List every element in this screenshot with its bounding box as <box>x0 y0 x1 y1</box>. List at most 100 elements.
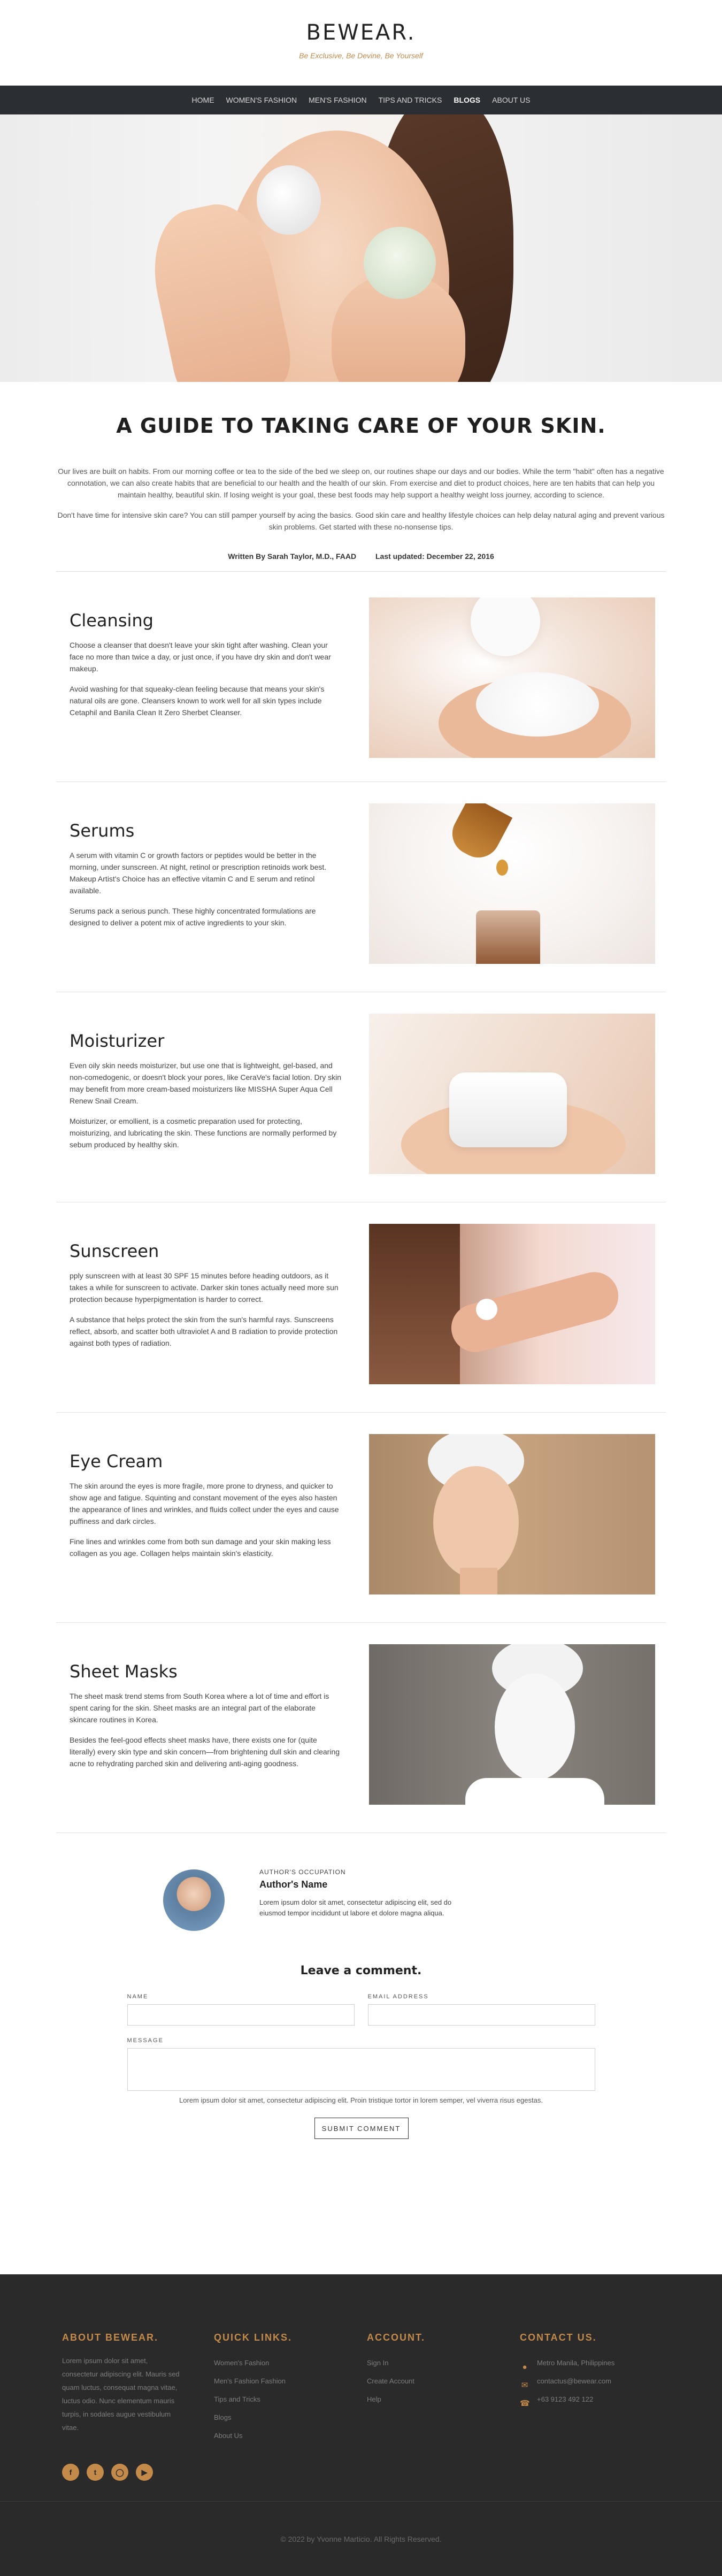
section-title: Cleansing <box>70 610 153 631</box>
email-input[interactable] <box>367 2004 595 2026</box>
nav-item-mens-fashion[interactable]: MEN'S FASHION <box>309 96 366 104</box>
section-eye-cream: Eye Cream The skin around the eyes is mo… <box>56 1413 666 1623</box>
eye-cream-image <box>369 1434 655 1594</box>
footer-link-womens-fashion[interactable]: Women's Fashion <box>214 2359 269 2367</box>
section-title: Sheet Masks <box>70 1661 178 1682</box>
image-cream-jar <box>449 1072 567 1147</box>
section-paragraph: Choose a cleanser that doesn't leave you… <box>70 641 331 673</box>
site-header: BEWEAR. Be Exclusive, Be Devine, Be Your… <box>0 0 722 86</box>
submit-comment-button[interactable]: SUBMIT COMMENT <box>314 2118 409 2139</box>
main-nav: HOME WOMEN'S FASHION MEN'S FASHION TIPS … <box>0 86 722 114</box>
image-serum-bottle <box>476 910 540 964</box>
name-label: NAME <box>127 1994 149 2000</box>
section-title: Eye Cream <box>70 1451 163 1471</box>
section-sheet-masks: Sheet Masks The sheet mask trend stems f… <box>56 1623 666 1833</box>
social-links: f t ◯ ▶ <box>62 2464 153 2481</box>
facebook-icon[interactable]: f <box>62 2464 79 2481</box>
section-paragraph: Fine lines and wrinkles come from both s… <box>70 1537 331 1558</box>
location-pin-icon: ● <box>522 2363 527 2372</box>
section-paragraph: Avoid washing for that squeaky-clean fee… <box>70 685 325 717</box>
image-sunscreen-dab <box>476 1299 497 1320</box>
section-paragraph: pply sunscreen with at least 30 SPF 15 m… <box>70 1271 339 1304</box>
copyright: © 2022 by Yvonne Marticio. All Rights Re… <box>280 2535 442 2543</box>
image-arm <box>446 1267 624 1358</box>
avatar <box>163 1869 225 1931</box>
site-footer: ABOUT BEWEAR. Lorem ipsum dolor sit amet… <box>0 2274 722 2576</box>
hero-cotton-pad-left <box>257 165 321 235</box>
serums-image <box>369 803 655 964</box>
section-title: Serums <box>70 821 135 841</box>
youtube-icon[interactable]: ▶ <box>136 2464 153 2481</box>
updated-line: Last updated: December 22, 2016 <box>375 552 494 561</box>
footer-link-tips-and-tricks[interactable]: Tips and Tricks <box>214 2395 260 2403</box>
nav-item-blogs[interactable]: BLOGS <box>454 96 480 104</box>
footer-heading: CONTACT US. <box>520 2332 597 2343</box>
footer-link-blogs[interactable]: Blogs <box>214 2413 232 2421</box>
author-line: Written By Sarah Taylor, M.D., FAAD <box>228 552 357 561</box>
image-serum-drop <box>496 860 508 876</box>
author-name[interactable]: Author's Name <box>259 1879 327 1890</box>
envelope-icon: ✉ <box>521 2381 528 2390</box>
contact-email[interactable]: contactus@bewear.com <box>537 2372 611 2390</box>
section-paragraph: Serums pack a serious punch. These highl… <box>70 907 316 927</box>
section-paragraph: Besides the feel-good effects sheet mask… <box>70 1736 340 1768</box>
twitter-icon[interactable]: t <box>87 2464 104 2481</box>
phone-icon: ☎ <box>520 2399 530 2408</box>
image-hair <box>369 1224 460 1384</box>
section-paragraph: A serum with vitamin C or growth factors… <box>70 851 327 895</box>
name-input[interactable] <box>127 2004 355 2026</box>
nav-item-about-us[interactable]: ABOUT US <box>492 96 530 104</box>
article-byline: Written By Sarah Taylor, M.D., FAAD Last… <box>0 552 722 561</box>
intro-paragraph: Our lives are built on habits. From our … <box>58 467 664 499</box>
footer-heading: QUICK LINKS. <box>214 2332 293 2343</box>
section-paragraph: The skin around the eyes is more fragile… <box>70 1482 339 1525</box>
footer-divider <box>0 2501 722 2502</box>
image-face <box>433 1466 519 1578</box>
image-shirt <box>465 1778 604 1805</box>
section-serums: Serums A serum with vitamin C or growth … <box>56 782 666 992</box>
section-paragraph: A substance that helps protect the skin … <box>70 1315 338 1347</box>
brand-logo[interactable]: BEWEAR. <box>0 20 722 45</box>
moisturizer-image <box>369 1014 655 1174</box>
section-title: Sunscreen <box>70 1241 159 1261</box>
section-moisturizer: Moisturizer Even oily skin needs moistur… <box>56 992 666 1202</box>
section-paragraph: Moisturizer, or emollient, is a cosmetic… <box>70 1117 337 1149</box>
hero-cotton-pad-right <box>364 227 436 299</box>
image-neck <box>460 1568 497 1594</box>
nav-item-womens-fashion[interactable]: WOMEN'S FASHION <box>226 96 297 104</box>
nav-item-home[interactable]: HOME <box>192 96 214 104</box>
footer-link-mens-fashion[interactable]: Men's Fashion Fashion <box>214 2377 286 2385</box>
hero-image <box>0 114 722 382</box>
section-sunscreen: Sunscreen pply sunscreen with at least 3… <box>56 1202 666 1413</box>
image-sheet-mask <box>495 1674 575 1781</box>
tagline: Be Exclusive, Be Devine, Be Yourself <box>299 51 423 60</box>
footer-link-sign-in[interactable]: Sign In <box>367 2359 388 2367</box>
form-note: Lorem ipsum dolor sit amet, consectetur … <box>179 2096 543 2104</box>
footer-about: ABOUT BEWEAR. Lorem ipsum dolor sit amet… <box>62 2332 185 2434</box>
image-foam <box>476 672 599 737</box>
footer-heading: ACCOUNT. <box>367 2332 425 2343</box>
author-bio: Lorem ipsum dolor sit amet, consectetur … <box>259 1898 452 1917</box>
footer-quick-links: QUICK LINKS. Women's Fashion Men's Fashi… <box>214 2332 292 2445</box>
section-title: Moisturizer <box>70 1031 165 1051</box>
cleansing-image <box>369 597 655 758</box>
instagram-icon[interactable]: ◯ <box>111 2464 128 2481</box>
article-title: A GUIDE TO TAKING CARE OF YOUR SKIN. <box>116 414 606 438</box>
sunscreen-image <box>369 1224 655 1384</box>
footer-heading: ABOUT BEWEAR. <box>62 2332 158 2343</box>
nav-item-tips-and-tricks[interactable]: TIPS AND TRICKS <box>379 96 442 104</box>
author-card: AUTHOR'S OCCUPATION Author's Name Lorem … <box>163 1833 559 1959</box>
footer-account: ACCOUNT. Sign In Create Account Help <box>367 2332 425 2409</box>
section-paragraph: Even oily skin needs moisturizer, but us… <box>70 1061 342 1105</box>
section-paragraph: The sheet mask trend stems from South Ko… <box>70 1692 329 1724</box>
comment-form: NAME EMAIL ADDRESS MESSAGE Lorem ipsum d… <box>127 1994 595 2149</box>
comment-title: Leave a comment. <box>300 1964 422 1977</box>
footer-link-help[interactable]: Help <box>367 2395 381 2403</box>
sheet-mask-image <box>369 1644 655 1805</box>
article-intro: Our lives are built on habits. From our … <box>53 465 669 533</box>
footer-link-create-account[interactable]: Create Account <box>367 2377 414 2385</box>
contact-phone[interactable]: +63 9123 492 122 <box>537 2390 593 2409</box>
image-foam-pump <box>471 597 540 656</box>
message-textarea[interactable] <box>127 2048 595 2091</box>
footer-link-about-us[interactable]: About Us <box>214 2432 242 2440</box>
